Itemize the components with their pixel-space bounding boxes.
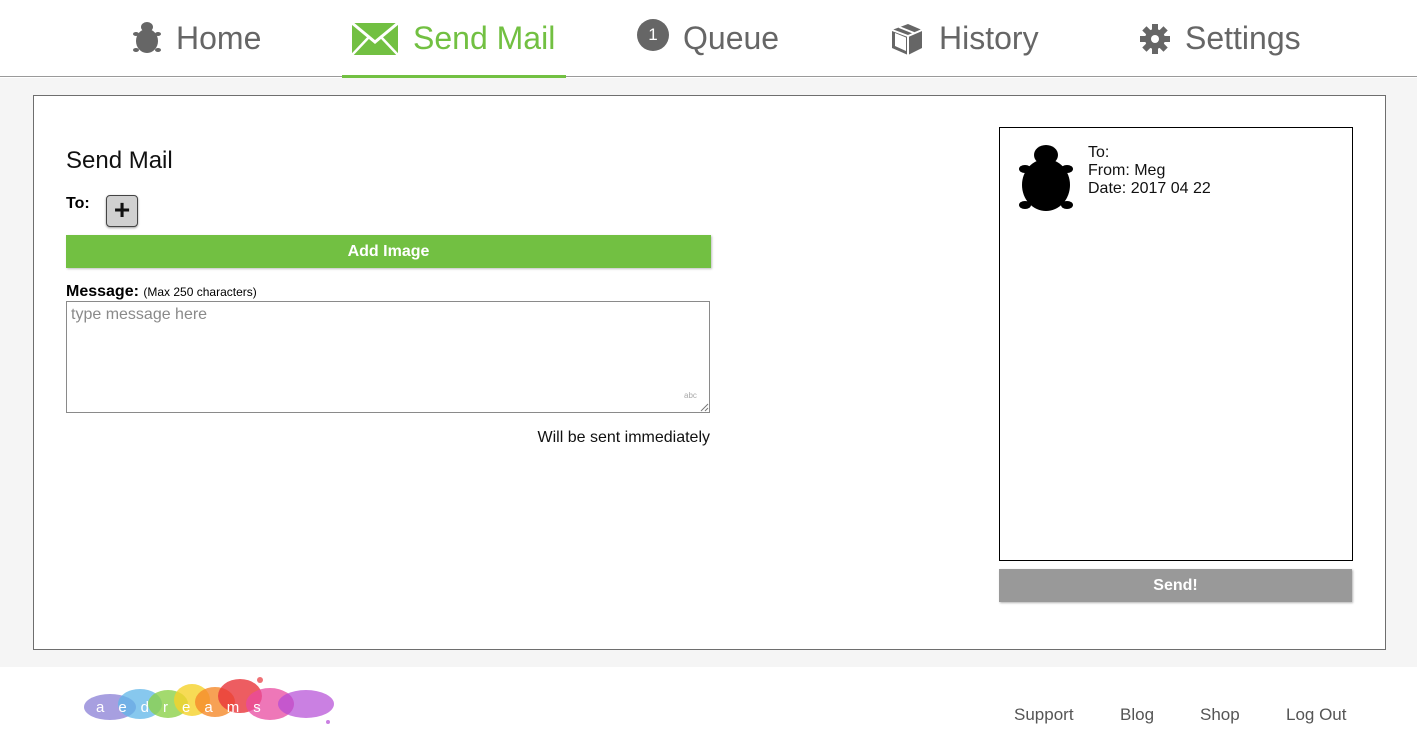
send-button[interactable]: Send! <box>999 569 1352 602</box>
preview-to: To: <box>1088 144 1110 161</box>
box-icon <box>889 22 925 56</box>
message-label: Message: (Max 250 characters) <box>66 283 257 301</box>
resize-grip-icon[interactable] <box>699 402 709 412</box>
footer-link-blog[interactable]: Blog <box>1120 705 1154 725</box>
page-title: Send Mail <box>66 147 173 174</box>
top-nav: Home Send Mail 1 Queue History Settings <box>0 0 1417 78</box>
tab-home[interactable]: Home <box>132 0 261 77</box>
footer-link-support[interactable]: Support <box>1014 705 1074 725</box>
tab-home-label: Home <box>176 20 262 56</box>
send-timing-note: Will be sent immediately <box>537 429 711 446</box>
message-input[interactable] <box>66 301 710 413</box>
aedreams-logo[interactable]: aedreams <box>80 674 342 732</box>
message-label-text: Message: <box>66 283 139 300</box>
envelope-icon <box>351 21 399 56</box>
tab-queue-label: Queue <box>683 20 780 56</box>
tab-settings[interactable]: Settings <box>1139 0 1301 77</box>
spellcheck-icon: abc <box>684 391 697 400</box>
tab-history-label: History <box>939 20 1039 56</box>
tab-send-mail-label: Send Mail <box>413 20 556 56</box>
turtle-icon <box>132 21 162 57</box>
gear-icon <box>1139 23 1171 55</box>
preview-from: From: Meg <box>1088 162 1166 179</box>
preview-meta: To: From: Meg Date: 2017 04 22 <box>1088 144 1211 198</box>
to-label: To: <box>66 195 90 212</box>
preview-date: Date: 2017 04 22 <box>1088 180 1211 197</box>
message-hint: (Max 250 characters) <box>143 285 257 299</box>
add-recipient-button[interactable]: + <box>106 195 138 227</box>
tab-history[interactable]: History <box>889 0 1039 77</box>
footer-link-shop[interactable]: Shop <box>1200 705 1240 725</box>
add-image-button[interactable]: Add Image <box>66 235 711 268</box>
queue-count-badge: 1 <box>637 18 669 51</box>
turtle-avatar-icon <box>1019 145 1073 211</box>
svg-text:aedreams: aedreams <box>96 699 275 716</box>
footer-link-log-out[interactable]: Log Out <box>1286 705 1347 725</box>
tab-settings-label: Settings <box>1185 20 1301 56</box>
tab-send-mail[interactable]: Send Mail <box>342 0 566 78</box>
tab-queue[interactable]: 1 Queue <box>637 0 779 77</box>
